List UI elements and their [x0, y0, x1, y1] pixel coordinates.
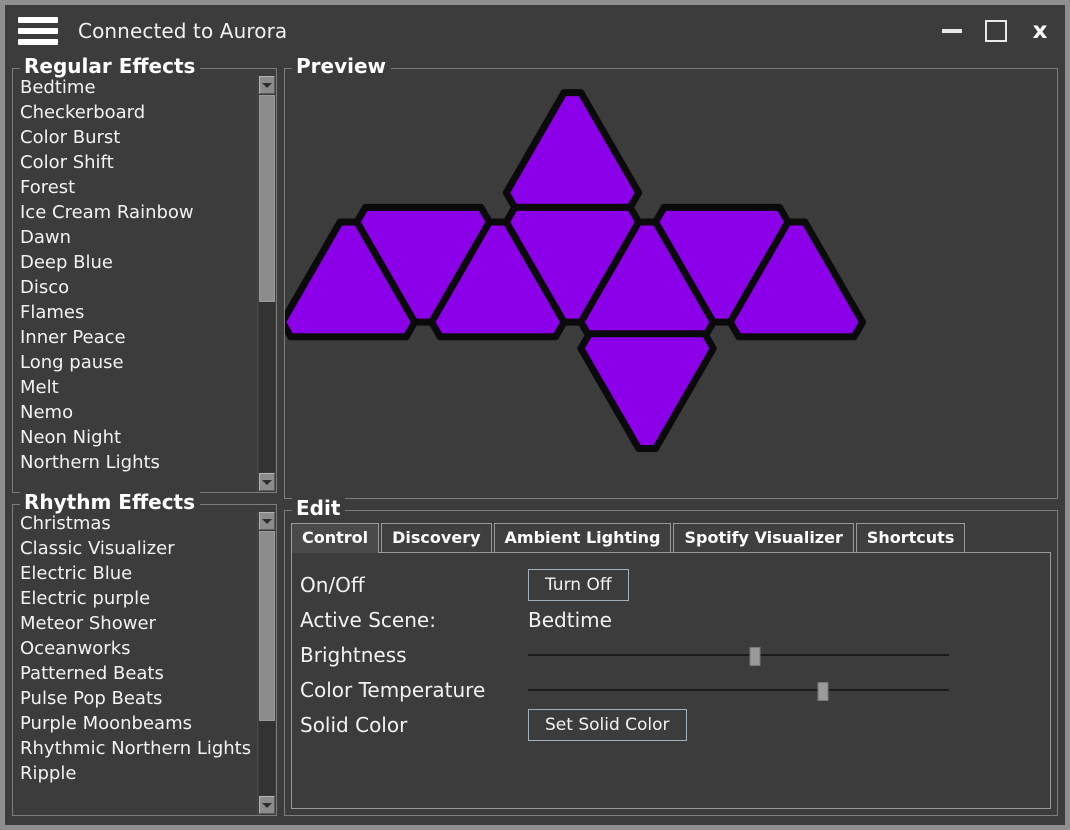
regular-effect-item[interactable]: Checkerboard [13, 100, 257, 125]
onoff-field: Turn Off [528, 568, 1050, 601]
regular-effects-group: Regular Effects Bedtime Checkerboard Color… [12, 55, 277, 493]
rhythm-effects-list[interactable]: Christmas Classic Visualizer Electric Blue… [13, 511, 257, 815]
rhythm-effect-item[interactable]: Ripple [13, 761, 257, 786]
rhythm-effects-scrollbar[interactable] [257, 511, 276, 815]
regular-effects-list[interactable]: Bedtime Checkerboard Color Burst Color Shif… [13, 75, 257, 492]
window-controls: x [941, 5, 1051, 57]
regular-effect-item[interactable]: Forest [13, 175, 257, 200]
color-temperature-slider[interactable] [528, 676, 949, 704]
chevron-down-icon[interactable] [259, 796, 275, 814]
rhythm-effect-item[interactable]: Purple Moonbeams [13, 711, 257, 736]
hamburger-bar [18, 17, 58, 23]
rhythm-effects-title: Rhythm Effects [20, 491, 201, 513]
panel-layout-preview[interactable] [285, 75, 1057, 498]
solid-color-field: Set Solid Color [528, 708, 1050, 741]
active-scene-field: Bedtime [528, 608, 1050, 632]
right-column: Preview Edit Control Discovery Ambient Lig… [277, 55, 1065, 821]
minimize-icon[interactable] [941, 21, 963, 41]
chevron-down-icon[interactable] [259, 473, 275, 491]
preview-group: Preview [284, 55, 1058, 499]
rhythm-effect-item[interactable]: Christmas [13, 511, 257, 536]
regular-effect-item[interactable]: Deep Blue [13, 250, 257, 275]
rhythm-effect-item[interactable]: Pulse Pop Beats [13, 686, 257, 711]
set-solid-color-button[interactable]: Set Solid Color [528, 708, 687, 741]
row-solid-color: Solid Color Set Solid Color [292, 707, 1050, 742]
regular-effect-item[interactable]: Color Burst [13, 125, 257, 150]
regular-effect-item[interactable]: Ice Cream Rainbow [13, 200, 257, 225]
rhythm-effect-item[interactable]: Electric Blue [13, 561, 257, 586]
color-temperature-label: Color Temperature [300, 677, 486, 702]
tab-control[interactable]: Control [291, 523, 380, 553]
preview-title: Preview [292, 55, 392, 77]
rhythm-effects-listwrap: Christmas Classic Visualizer Electric Blue… [13, 511, 276, 815]
active-scene-value: Bedtime [528, 607, 612, 632]
regular-effect-item[interactable]: Disco [13, 275, 257, 300]
app-window: Connected to Aurora x Regular Effects Be… [0, 0, 1070, 830]
edit-title: Edit [292, 497, 346, 519]
rhythm-effects-group: Rhythm Effects Christmas Classic Visualiz… [12, 491, 277, 816]
minimize-dash [942, 29, 962, 33]
chevron-down-icon[interactable] [259, 76, 275, 94]
left-column: Regular Effects Bedtime Checkerboard Color… [5, 55, 277, 821]
scrollbar-track[interactable] [259, 531, 275, 795]
regular-effects-listwrap: Bedtime Checkerboard Color Burst Color Shif… [13, 75, 276, 492]
regular-effect-item[interactable]: Inner Peace [13, 325, 257, 350]
scrollbar-thumb[interactable] [259, 531, 275, 722]
scrollbar-track[interactable] [259, 95, 275, 472]
window-title: Connected to Aurora [78, 19, 288, 43]
regular-effect-item[interactable]: Color Shift [13, 150, 257, 175]
regular-effect-item[interactable]: Northern Lights [13, 450, 257, 475]
regular-effect-item[interactable]: Dawn [13, 225, 257, 250]
regular-effects-title: Regular Effects [20, 55, 201, 77]
row-brightness: Brightness [292, 637, 1050, 672]
brightness-slider[interactable] [528, 641, 949, 669]
window-body: Regular Effects Bedtime Checkerboard Color… [5, 55, 1065, 825]
control-tab-panel: On/Off Turn Off Active Scene: Bedtime Br… [291, 552, 1051, 809]
rhythm-effect-item[interactable]: Meteor Shower [13, 611, 257, 636]
tab-ambient-lighting[interactable]: Ambient Lighting [493, 523, 672, 552]
rhythm-effect-item[interactable]: Oceanworks [13, 636, 257, 661]
tab-shortcuts[interactable]: Shortcuts [855, 523, 966, 552]
hamburger-menu-icon[interactable] [18, 17, 58, 45]
active-scene-label: Active Scene: [300, 607, 436, 632]
turn-off-button[interactable]: Turn Off [528, 568, 629, 601]
row-onoff: On/Off Turn Off [292, 567, 1050, 602]
color-temperature-field [528, 676, 1050, 704]
hamburger-bar [18, 28, 58, 34]
regular-effects-scrollbar[interactable] [257, 75, 276, 492]
tab-spotify-visualizer[interactable]: Spotify Visualizer [673, 523, 854, 552]
onoff-label: On/Off [300, 572, 365, 597]
rhythm-effect-item[interactable]: Electric purple [13, 586, 257, 611]
close-icon[interactable]: x [1029, 20, 1051, 43]
edit-tabstrip: Control Discovery Ambient Lighting Spotify … [285, 517, 1057, 553]
scrollbar-thumb[interactable] [259, 95, 275, 303]
hamburger-bar [18, 39, 58, 45]
panel-layout-svg [285, 89, 867, 452]
regular-effect-item[interactable]: Bedtime [13, 75, 257, 100]
title-bar: Connected to Aurora x [5, 5, 1065, 57]
brightness-field [528, 641, 1050, 669]
slider-groove [528, 653, 949, 656]
regular-effect-item[interactable]: Neon Night [13, 425, 257, 450]
panel-top-center[interactable] [502, 89, 643, 211]
regular-effect-item[interactable]: Flames [13, 300, 257, 325]
regular-effect-item[interactable]: Long pause [13, 350, 257, 375]
row-active-scene: Active Scene: Bedtime [292, 602, 1050, 637]
rhythm-effect-item[interactable]: Classic Visualizer [13, 536, 257, 561]
panel-bottom[interactable] [577, 330, 717, 452]
slider-handle[interactable] [817, 681, 829, 701]
solid-color-label: Solid Color [300, 712, 408, 737]
tab-discovery[interactable]: Discovery [381, 523, 492, 552]
rhythm-effect-item[interactable]: Patterned Beats [13, 661, 257, 686]
brightness-label: Brightness [300, 642, 407, 667]
regular-effect-item[interactable]: Melt [13, 375, 257, 400]
slider-handle[interactable] [749, 646, 761, 666]
rhythm-effect-item[interactable]: Rhythmic Northern Lights [13, 736, 257, 761]
regular-effect-item[interactable]: Nemo [13, 400, 257, 425]
maximize-icon[interactable] [985, 20, 1007, 42]
slider-groove [528, 688, 949, 691]
row-color-temperature: Color Temperature [292, 672, 1050, 707]
edit-group: Edit Control Discovery Ambient Lighting Spo… [284, 497, 1058, 816]
chevron-down-icon[interactable] [259, 512, 275, 530]
